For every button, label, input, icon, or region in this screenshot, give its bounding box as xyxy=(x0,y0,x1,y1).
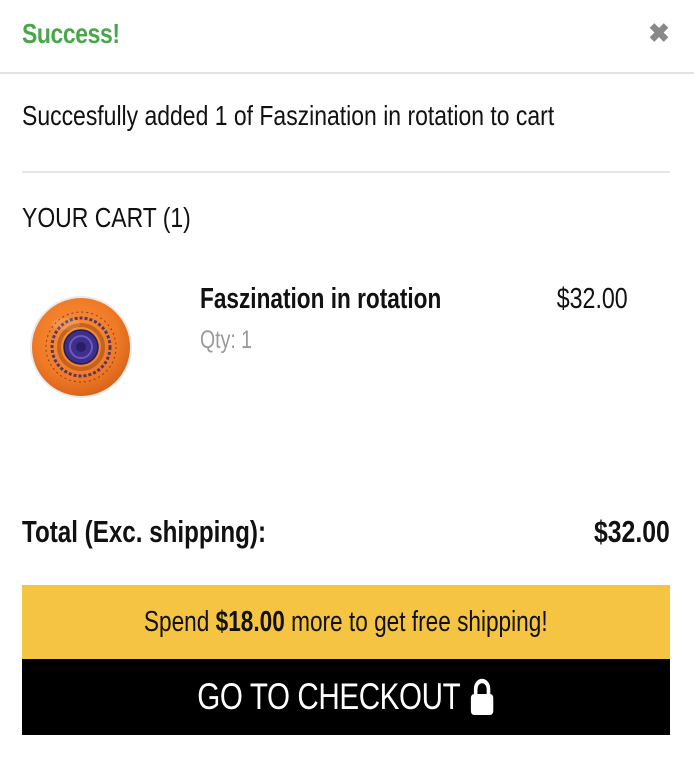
close-icon: ✖ xyxy=(648,18,670,48)
cart-title: YOUR CART (1) xyxy=(22,202,191,233)
product-name[interactable]: Faszination in rotation xyxy=(200,283,441,316)
product-quantity: Qty: 1 xyxy=(200,326,253,354)
frisbee-disc-image xyxy=(30,296,132,398)
free-shipping-suffix: more to get free shipping! xyxy=(285,605,548,638)
success-title: Success! xyxy=(22,18,120,49)
product-price: $32.00 xyxy=(557,283,628,315)
free-shipping-text: Spend $18.00 more to get free shipping! xyxy=(144,606,548,639)
close-button[interactable]: ✖ xyxy=(646,18,672,48)
checkout-label: GO TO CHECKOUT xyxy=(196,676,460,717)
free-shipping-prefix: Spend xyxy=(144,605,216,638)
total-value: $32.00 xyxy=(594,514,670,549)
total-label: Total (Exc. shipping): xyxy=(22,514,267,549)
product-image[interactable] xyxy=(28,294,134,400)
lock-icon xyxy=(468,678,495,716)
divider xyxy=(22,171,670,173)
add-to-cart-modal: Success! ✖ Succesfully added 1 of Faszin… xyxy=(0,0,694,758)
free-shipping-amount: $18.00 xyxy=(215,605,286,638)
modal-header: Success! ✖ xyxy=(0,0,694,74)
checkout-button-content: GO TO CHECKOUT xyxy=(197,676,495,718)
added-to-cart-message: Succesfully added 1 of Faszination in ro… xyxy=(22,100,555,131)
checkout-button[interactable]: GO TO CHECKOUT xyxy=(22,659,670,735)
free-shipping-banner: Spend $18.00 more to get free shipping! xyxy=(22,585,670,659)
